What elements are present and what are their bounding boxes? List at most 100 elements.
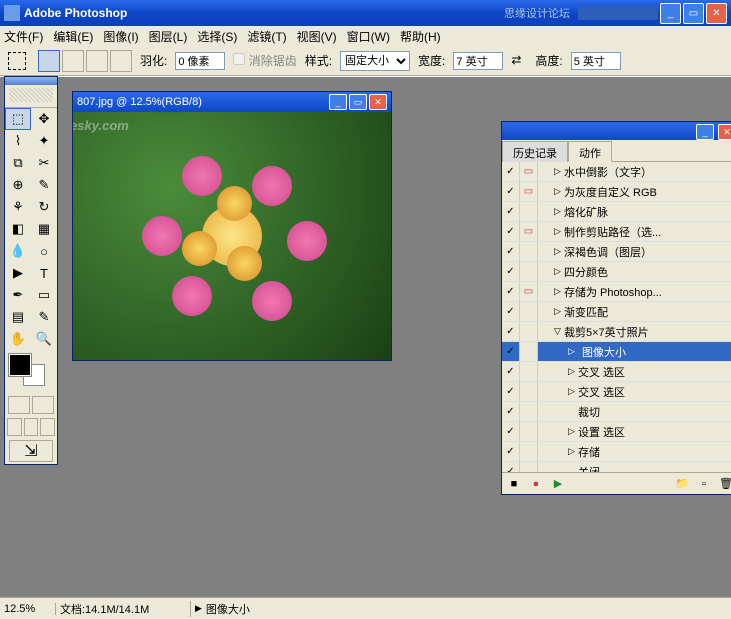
marquee-tool[interactable]: ⬚ <box>5 108 31 130</box>
expand-icon[interactable]: ▷ <box>554 166 564 177</box>
toggle-checkbox[interactable]: ✓ <box>502 242 520 261</box>
menu-view[interactable]: 视图(V) <box>297 28 337 45</box>
actions-list[interactable]: ✓▭▷ 水中倒影（文字）✓▭▷ 为灰度自定义 RGB✓▷ 熔化矿脉✓▭▷ 制作剪… <box>502 162 731 472</box>
toggle-checkbox[interactable]: ✓ <box>502 202 520 221</box>
maximize-button[interactable]: ▭ <box>683 3 704 24</box>
expand-icon[interactable]: ▷ <box>554 306 564 317</box>
toggle-checkbox[interactable]: ✓ <box>502 442 520 461</box>
screen-full[interactable] <box>40 418 55 436</box>
imageready-button[interactable]: ⇲ <box>9 440 53 462</box>
new-set-button[interactable]: 📁 <box>674 476 690 492</box>
hand-tool[interactable]: ✋ <box>5 328 31 350</box>
action-label[interactable]: ▷ 设置 选区 <box>538 424 731 440</box>
menu-layer[interactable]: 图层(L) <box>149 28 188 45</box>
toggle-checkbox[interactable]: ✓ <box>502 282 520 301</box>
play-button[interactable]: ▶ <box>550 476 566 492</box>
dialog-toggle[interactable] <box>520 322 538 341</box>
expand-icon[interactable]: ▷ <box>568 446 578 457</box>
brush-tool[interactable]: ✎ <box>31 174 57 196</box>
action-row[interactable]: ✓ ▷ 交叉 选区 <box>502 362 731 382</box>
dialog-toggle[interactable] <box>520 302 538 321</box>
toggle-checkbox[interactable]: ✓ <box>502 262 520 281</box>
dialog-toggle[interactable] <box>520 422 538 441</box>
action-row[interactable]: ✓▭▷ 水中倒影（文字） <box>502 162 731 182</box>
move-tool[interactable]: ✥ <box>31 108 57 130</box>
panel-minimize-button[interactable]: _ <box>696 124 714 140</box>
tab-actions[interactable]: 动作 <box>568 141 612 162</box>
expand-icon[interactable]: ▷ <box>554 266 564 277</box>
action-row[interactable]: ✓▽ 裁剪5×7英寸照片 <box>502 322 731 342</box>
slice-tool[interactable]: ✂ <box>31 152 57 174</box>
action-label[interactable]: ▷ 存储为 Photoshop... <box>538 284 731 300</box>
wand-tool[interactable]: ✦ <box>31 130 57 152</box>
action-label[interactable]: ▷ 制作剪贴路径（选... <box>538 224 731 240</box>
action-row[interactable]: ✓ ▷ 设置 选区 <box>502 422 731 442</box>
menu-filter[interactable]: 滤镜(T) <box>247 28 286 45</box>
actions-panel[interactable]: _ ✕ 历史记录 动作 ✓▭▷ 水中倒影（文字）✓▭▷ 为灰度自定义 RGB✓▷… <box>501 121 731 495</box>
action-row[interactable]: ✓ ▷ 四分颜色 <box>502 262 731 282</box>
expand-icon[interactable]: ▷ <box>554 286 564 297</box>
expand-icon[interactable]: ▷ <box>568 366 578 377</box>
zoom-field[interactable]: 12.5% <box>0 603 56 615</box>
selection-subtract[interactable] <box>86 50 108 72</box>
action-row[interactable]: ✓ 关闭 <box>502 462 731 472</box>
status-info[interactable]: 图像大小 <box>191 601 254 617</box>
style-select[interactable]: 固定大小 <box>340 51 410 71</box>
crop-tool[interactable]: ⧉ <box>5 152 31 174</box>
shape-tool[interactable]: ▭ <box>31 284 57 306</box>
panel-titlebar[interactable]: _ ✕ <box>502 122 731 140</box>
action-row[interactable]: ✓ ▷ 深褐色调（图层） <box>502 242 731 262</box>
document-window[interactable]: 807.jpg @ 12.5%(RGB/8) _ ▭ ✕ Soft.Yesky.… <box>72 91 392 361</box>
toggle-checkbox[interactable]: ✓ <box>502 222 520 241</box>
selection-add[interactable] <box>62 50 84 72</box>
zoom-tool[interactable]: 🔍 <box>31 328 57 350</box>
tab-history[interactable]: 历史记录 <box>502 141 568 162</box>
minimize-button[interactable]: _ <box>660 3 681 24</box>
toolbox-titlebar[interactable] <box>5 77 57 85</box>
toggle-checkbox[interactable]: ✓ <box>502 362 520 381</box>
blur-tool[interactable]: 💧 <box>5 240 31 262</box>
record-button[interactable]: ● <box>528 476 544 492</box>
foreground-color[interactable] <box>9 354 31 376</box>
dialog-toggle[interactable] <box>520 242 538 261</box>
dialog-toggle[interactable] <box>520 342 538 361</box>
action-label[interactable]: 关闭 <box>538 464 731 473</box>
toggle-checkbox[interactable]: ✓ <box>502 322 520 341</box>
action-label[interactable]: ▷ 四分颜色 <box>538 264 731 280</box>
action-label[interactable]: ▷ 渐变匹配 <box>538 304 731 320</box>
dialog-toggle[interactable]: ▭ <box>520 282 538 301</box>
dialog-toggle[interactable] <box>520 262 538 281</box>
toggle-checkbox[interactable]: ✓ <box>502 302 520 321</box>
dialog-toggle[interactable] <box>520 442 538 461</box>
standard-mode[interactable] <box>8 396 30 414</box>
action-label[interactable]: 裁切 <box>538 404 731 420</box>
action-label[interactable]: ▷ 为灰度自定义 RGB <box>538 184 731 200</box>
expand-icon[interactable]: ▷ <box>554 186 564 197</box>
quickmask-mode[interactable] <box>32 396 54 414</box>
menu-select[interactable]: 选择(S) <box>197 28 237 45</box>
eraser-tool[interactable]: ◧ <box>5 218 31 240</box>
delete-button[interactable]: 🗑 <box>718 476 731 492</box>
toolbox-grip[interactable] <box>5 88 57 108</box>
action-label[interactable]: ▷ 深褐色调（图层） <box>538 244 731 260</box>
menu-image[interactable]: 图像(I) <box>103 28 138 45</box>
toolbox[interactable]: ⬚ ✥ ⌇ ✦ ⧉ ✂ ⊕ ✎ ⚘ ↻ ◧ ▦ 💧 ○ ▶ T ✒ ▭ ▤ ✎ … <box>4 76 58 465</box>
color-swatches[interactable] <box>9 354 53 390</box>
dialog-toggle[interactable] <box>520 382 538 401</box>
dialog-toggle[interactable] <box>520 402 538 421</box>
expand-icon[interactable]: ▷ <box>554 226 564 237</box>
doc-close-button[interactable]: ✕ <box>369 94 387 110</box>
menu-help[interactable]: 帮助(H) <box>400 28 441 45</box>
action-label[interactable]: ▷ 交叉 选区 <box>538 364 731 380</box>
screen-fullmenu[interactable] <box>24 418 39 436</box>
dialog-toggle[interactable]: ▭ <box>520 162 538 181</box>
action-row[interactable]: ✓▷ 交叉 选区 <box>502 382 731 402</box>
action-label[interactable]: ▷ 交叉 选区 <box>538 384 731 400</box>
expand-icon[interactable]: ▷ <box>554 246 564 257</box>
document-titlebar[interactable]: 807.jpg @ 12.5%(RGB/8) _ ▭ ✕ <box>73 92 391 112</box>
healing-tool[interactable]: ⊕ <box>5 174 31 196</box>
selection-new[interactable] <box>38 50 60 72</box>
selection-intersect[interactable] <box>110 50 132 72</box>
action-row[interactable]: ✓▷ 存储 <box>502 442 731 462</box>
toggle-checkbox[interactable]: ✓ <box>502 422 520 441</box>
